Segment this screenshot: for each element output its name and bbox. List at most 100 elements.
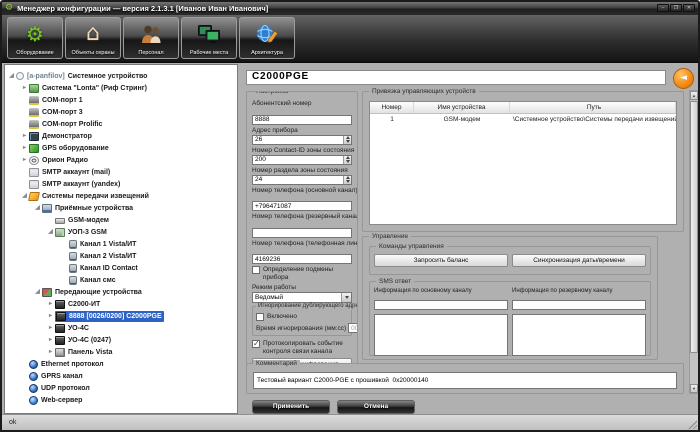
workstations-icon (182, 18, 236, 50)
tree-expander-icon[interactable]: ◢ (33, 286, 42, 298)
apply-button[interactable]: Применить (252, 400, 330, 414)
checkbox-checked-icon[interactable] (252, 340, 260, 348)
toolbar-button-protected-objects[interactable]: ⌂ Объекты охраны (65, 17, 121, 59)
tree-expander-icon[interactable]: ▸ (20, 142, 29, 154)
vertical-scrollbar[interactable]: ▲ ▼ (689, 90, 699, 394)
checkbox-icon[interactable] (256, 313, 264, 321)
table-row[interactable]: 1 GSM-модем \Системное устройство\Систем… (370, 114, 676, 126)
people-icon (124, 18, 178, 50)
device-config-panel: C2000PGE ◄ ▲ ▼ Настройка Абонентский ном… (240, 63, 700, 416)
tree-item[interactable]: ◢ Приёмные устройства (5, 202, 237, 214)
spinner-buttons-icon[interactable] (343, 156, 351, 164)
tree-item[interactable]: ◢ Передающие устройства (5, 286, 237, 298)
log-link-control-checkbox[interactable]: Протоколировать событие контроля связи к… (252, 340, 352, 356)
apply-back-icon[interactable]: ◄ (673, 68, 694, 89)
tree-item[interactable]: ▸ Демонстратор (5, 130, 237, 142)
tree-expander-icon[interactable]: ▸ (46, 310, 55, 322)
tree-item[interactable]: ▸ УО-4С (5, 322, 237, 334)
cancel-button[interactable]: Отмена (337, 400, 415, 414)
tree-item[interactable]: Ethernet протокол (5, 358, 237, 370)
partition-label: Номер раздела зоны состояния (252, 167, 352, 174)
request-balance-button[interactable]: Запросить баланс (374, 254, 508, 267)
toolbar-button-architecture[interactable]: Архитектура (239, 17, 295, 59)
status-bar: ok (2, 414, 698, 430)
tree-expander-icon[interactable]: ▸ (46, 322, 55, 334)
spinner-buttons-icon[interactable] (343, 176, 351, 184)
tree-item[interactable]: COM-порт 3 (5, 106, 237, 118)
tree-item[interactable]: ▸ С2000-ИТ (5, 298, 237, 310)
address-stepper[interactable]: 26 (252, 135, 352, 145)
tree-item[interactable]: GPRS канал (5, 370, 237, 382)
tree-item[interactable]: ◢ Системы передачи извещений (5, 190, 237, 202)
ignore-time-stepper[interactable]: 00:04 (348, 323, 358, 333)
app-window: ⚙ Менеджер конфигурации — версия 2.1.3.1… (0, 0, 700, 432)
device-icon (55, 300, 65, 309)
tree-item[interactable]: ▸ Орион Радио (5, 154, 237, 166)
sync-datetime-button[interactable]: Синхронизация даты/времени (512, 254, 646, 267)
tree-item[interactable]: GSM-модем (5, 214, 237, 226)
ignore-enabled-checkbox[interactable]: Включено (256, 313, 348, 321)
scroll-down-icon[interactable]: ▼ (690, 384, 698, 393)
device-title-field[interactable]: C2000PGE (246, 70, 666, 85)
phone-main-input[interactable] (252, 201, 352, 211)
tree-item[interactable]: ▸ Система "Lonta" (Риф Стринг) (5, 82, 237, 94)
tree-item[interactable]: ▸ GPS оборудование (5, 142, 237, 154)
subscriber-input[interactable] (252, 115, 352, 125)
main-channel-info-input[interactable] (374, 300, 508, 310)
tree-item[interactable]: COM-порт 1 (5, 94, 237, 106)
column-header-path[interactable]: Путь (510, 102, 676, 113)
tree-item[interactable]: Канал 2 Vista/ИТ (5, 250, 237, 262)
tree-item[interactable]: UDP протокол (5, 382, 237, 394)
tree-expander-icon[interactable]: ▸ (20, 82, 29, 94)
tree-expander-icon[interactable]: ▸ (46, 346, 55, 358)
tree-item[interactable]: ◢ [a-panfilov] Системное устройство (5, 70, 237, 82)
spoof-detect-checkbox[interactable]: Определение подмены прибора (252, 266, 352, 282)
tree-expander-icon[interactable]: ▸ (20, 130, 29, 142)
tree-item[interactable]: Канал 1 Vista/ИТ (5, 238, 237, 250)
mode-select[interactable]: Ведомый (252, 292, 352, 303)
spi-icon (28, 192, 40, 201)
tree-item[interactable]: Канал ID Contact (5, 262, 237, 274)
scroll-up-icon[interactable]: ▲ (690, 91, 698, 100)
tree-expander-icon[interactable]: ◢ (33, 202, 42, 214)
tree-expander-icon[interactable]: ◢ (7, 70, 16, 82)
tree-item[interactable]: Web-сервер (5, 394, 237, 406)
reserve-channel-info-input[interactable] (512, 300, 646, 310)
tree-item[interactable]: ◢ УОП-3 GSM (5, 226, 237, 238)
close-button[interactable]: ✕ (683, 4, 695, 12)
phone-line-input[interactable] (252, 254, 352, 264)
tree-item[interactable]: SMTP аккаунт (yandex) (5, 178, 237, 190)
tree-item[interactable]: COM-порт Prolific (5, 118, 237, 130)
toolbar-button-workstations[interactable]: Рабочие места (181, 17, 237, 59)
main-toolbar: ⚙ Оборудование ⌂ Объекты охраны Персонал… (2, 15, 698, 63)
resize-grip[interactable] (687, 419, 697, 429)
com-port-icon (29, 120, 39, 129)
partition-stepper[interactable]: 24 (252, 175, 352, 185)
toolbar-button-personnel[interactable]: Персонал (123, 17, 179, 59)
tree-expander-icon[interactable]: ◢ (46, 226, 55, 238)
reserve-channel-info-area[interactable] (512, 314, 646, 356)
minimize-button[interactable]: – (657, 4, 669, 12)
column-header-name[interactable]: Имя устройства (414, 102, 510, 113)
tree-item[interactable]: ▸ УО-4С (0247) (5, 334, 237, 346)
scrollbar-thumb[interactable] (690, 101, 698, 353)
phone-reserve-input[interactable] (252, 228, 352, 238)
checkbox-icon[interactable] (252, 266, 260, 274)
binding-group: Привязка управляющих устройств Номер Имя… (362, 91, 684, 232)
tree-expander-icon[interactable]: ▸ (46, 298, 55, 310)
tree-expander-icon[interactable]: ▸ (20, 154, 29, 166)
tree-expander-icon[interactable]: ▸ (46, 334, 55, 346)
tree-item[interactable]: ▸ Панель Vista (5, 346, 237, 358)
main-channel-info-area[interactable] (374, 314, 508, 356)
contactid-stepper[interactable]: 200 (252, 155, 352, 165)
tree-item[interactable]: ▸ 8888 [0026/0200] C2000PGE (5, 310, 237, 322)
chevron-down-icon[interactable] (341, 293, 351, 302)
title-bar: ⚙ Менеджер конфигурации — версия 2.1.3.1… (2, 2, 698, 15)
maximize-button[interactable]: ❐ (670, 4, 682, 12)
tree-item[interactable]: SMTP аккаунт (mail) (5, 166, 237, 178)
comment-input[interactable] (253, 372, 677, 389)
spinner-buttons-icon[interactable] (343, 136, 351, 144)
tree-item[interactable]: Канал смс (5, 274, 237, 286)
toolbar-button-equipment[interactable]: ⚙ Оборудование (7, 17, 63, 59)
column-header-number[interactable]: Номер (370, 102, 414, 113)
